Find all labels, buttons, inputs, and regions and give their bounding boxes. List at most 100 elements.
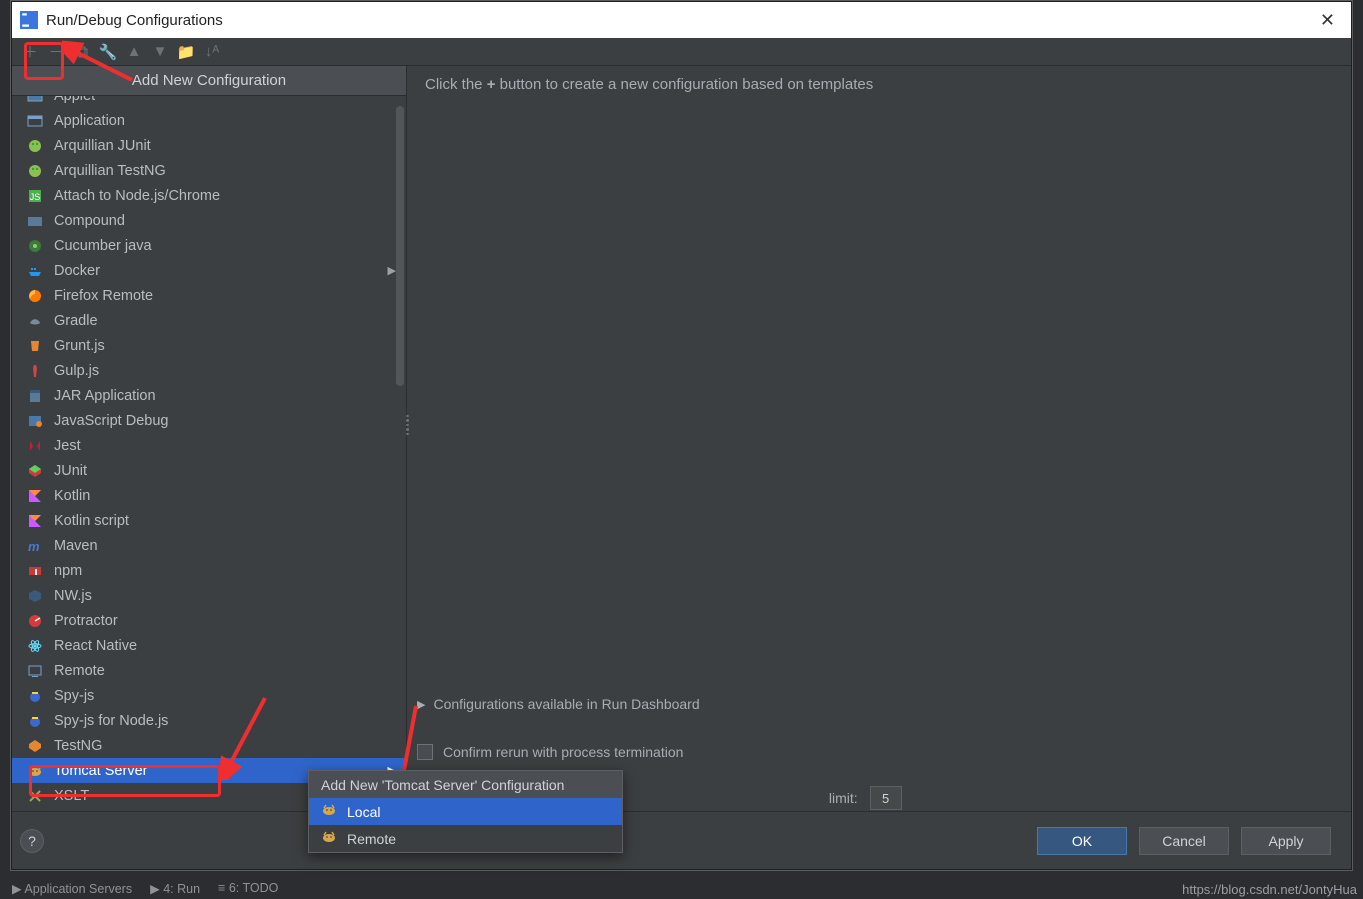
bottom-tool-tabs: ▶ Application Servers ▶ 4: Run ≡ 6: TODO bbox=[12, 877, 278, 899]
config-label: Spy-js bbox=[54, 688, 94, 704]
submenu-remote[interactable]: Remote bbox=[309, 825, 622, 852]
config-label: Docker bbox=[54, 263, 100, 279]
config-testng[interactable]: TestNG bbox=[12, 733, 406, 758]
config-cucumber-java[interactable]: Cucumber java bbox=[12, 233, 406, 258]
config-npm[interactable]: npm bbox=[12, 558, 406, 583]
config-arquillian-junit[interactable]: Arquillian JUnit bbox=[12, 133, 406, 158]
react-icon bbox=[26, 637, 44, 655]
config-applet[interactable]: Applet bbox=[12, 96, 406, 108]
config-compound[interactable]: Compound bbox=[12, 208, 406, 233]
config-label: TestNG bbox=[54, 738, 102, 754]
dashboard-label: Configurations available in Run Dashboar… bbox=[433, 696, 699, 712]
config-react-native[interactable]: React Native bbox=[12, 633, 406, 658]
config-label: Kotlin bbox=[54, 488, 90, 504]
config-nw-js[interactable]: NW.js bbox=[12, 583, 406, 608]
gradle-icon bbox=[26, 312, 44, 330]
config-grunt-js[interactable]: Grunt.js bbox=[12, 333, 406, 358]
folder-button[interactable]: 📁 bbox=[176, 42, 196, 62]
grunt-icon bbox=[26, 337, 44, 355]
compound-icon bbox=[26, 212, 44, 230]
config-docker[interactable]: Docker▶ bbox=[12, 258, 406, 283]
kotlin-icon bbox=[26, 512, 44, 530]
config-kotlin-script[interactable]: Kotlin script bbox=[12, 508, 406, 533]
config-label: Compound bbox=[54, 213, 125, 229]
config-spy-js-for-node-js[interactable]: Spy-js for Node.js bbox=[12, 708, 406, 733]
config-arquillian-testng[interactable]: Arquillian TestNG bbox=[12, 158, 406, 183]
maven-icon: m bbox=[26, 537, 44, 555]
config-maven[interactable]: m Maven bbox=[12, 533, 406, 558]
remove-button[interactable]: － bbox=[46, 42, 66, 62]
config-firefox-remote[interactable]: Firefox Remote bbox=[12, 283, 406, 308]
config-label: Maven bbox=[54, 538, 98, 554]
jsdbg-icon bbox=[26, 412, 44, 430]
remote-icon bbox=[26, 662, 44, 680]
config-label: Jest bbox=[54, 438, 81, 454]
config-label: JUnit bbox=[54, 463, 87, 479]
config-kotlin[interactable]: Kotlin bbox=[12, 483, 406, 508]
wrench-button[interactable]: 🔧 bbox=[98, 42, 118, 62]
sort-button[interactable]: ↓ᴬ bbox=[202, 42, 222, 62]
config-label: Protractor bbox=[54, 613, 118, 629]
dashboard-section[interactable]: ▶ Configurations available in Run Dashbo… bbox=[417, 696, 700, 712]
config-list[interactable]: AppletApplicationArquillian JUnitArquill… bbox=[12, 96, 406, 811]
tomcat-icon bbox=[321, 829, 337, 848]
tab-app-servers[interactable]: ▶ Application Servers bbox=[12, 881, 132, 896]
config-label: Spy-js for Node.js bbox=[54, 713, 168, 729]
expand-icon: ▶ bbox=[417, 698, 425, 711]
gulp-icon bbox=[26, 362, 44, 380]
config-remote[interactable]: Remote bbox=[12, 658, 406, 683]
temp-limit-input[interactable]: 5 bbox=[870, 786, 902, 810]
ok-button[interactable]: OK bbox=[1037, 827, 1127, 855]
nwjs-icon bbox=[26, 587, 44, 605]
config-jar-application[interactable]: JAR Application bbox=[12, 383, 406, 408]
cucumber-icon bbox=[26, 237, 44, 255]
config-javascript-debug[interactable]: JavaScript Debug bbox=[12, 408, 406, 433]
config-label: XSLT bbox=[54, 788, 89, 804]
submenu-local[interactable]: Local bbox=[309, 798, 622, 825]
config-label: NW.js bbox=[54, 588, 92, 604]
confirm-rerun-row[interactable]: Confirm rerun with process termination bbox=[417, 744, 683, 760]
config-label: React Native bbox=[54, 638, 137, 654]
splitter-handle[interactable] bbox=[402, 414, 412, 436]
toolbar: ＋ － 🔧 ▲ ▼ 📁 ↓ᴬ bbox=[12, 38, 1351, 66]
watermark: https://blog.csdn.net/JontyHua bbox=[1182, 882, 1357, 897]
config-junit[interactable]: JUnit bbox=[12, 458, 406, 483]
tab-todo[interactable]: ≡ 6: TODO bbox=[218, 881, 278, 895]
submenu-title: Add New 'Tomcat Server' Configuration bbox=[309, 771, 622, 798]
add-button[interactable]: ＋ bbox=[20, 42, 40, 62]
jar-icon bbox=[26, 387, 44, 405]
npm-icon bbox=[26, 562, 44, 580]
add-new-config-header: Add New Configuration bbox=[12, 66, 406, 96]
config-spy-js[interactable]: Spy-js bbox=[12, 683, 406, 708]
firefox-icon bbox=[26, 287, 44, 305]
confirm-rerun-label: Confirm rerun with process termination bbox=[443, 744, 683, 760]
config-jest[interactable]: Jest bbox=[12, 433, 406, 458]
scrollbar[interactable] bbox=[396, 106, 404, 386]
spyjs-icon bbox=[26, 712, 44, 730]
svg-text:JS: JS bbox=[30, 192, 41, 202]
apply-button[interactable]: Apply bbox=[1241, 827, 1331, 855]
up-button[interactable]: ▲ bbox=[124, 42, 144, 62]
confirm-rerun-checkbox[interactable] bbox=[417, 744, 433, 760]
run-debug-dialog: Run/Debug Configurations ✕ ＋ － 🔧 ▲ ▼ 📁 ↓… bbox=[11, 1, 1352, 870]
titlebar: Run/Debug Configurations ✕ bbox=[12, 2, 1351, 38]
tab-run[interactable]: ▶ 4: Run bbox=[150, 881, 200, 896]
config-label: Attach to Node.js/Chrome bbox=[54, 188, 220, 204]
config-application[interactable]: Application bbox=[12, 108, 406, 133]
config-gradle[interactable]: Gradle bbox=[12, 308, 406, 333]
copy-button[interactable] bbox=[72, 42, 92, 62]
help-button[interactable]: ? bbox=[20, 829, 44, 853]
config-gulp-js[interactable]: Gulp.js bbox=[12, 358, 406, 383]
dialog-footer: ? OK Cancel Apply bbox=[12, 811, 1351, 869]
down-button[interactable]: ▼ bbox=[150, 42, 170, 62]
config-protractor[interactable]: Protractor bbox=[12, 608, 406, 633]
close-button[interactable]: ✕ bbox=[1312, 6, 1343, 35]
config-label: Gradle bbox=[54, 313, 98, 329]
config-attach-to-node-js-chrome[interactable]: JS Attach to Node.js/Chrome bbox=[12, 183, 406, 208]
config-label: Gulp.js bbox=[54, 363, 99, 379]
main-content-panel: Click the + button to create a new confi… bbox=[407, 66, 1351, 811]
cancel-button[interactable]: Cancel bbox=[1139, 827, 1229, 855]
empty-hint: Click the + button to create a new confi… bbox=[425, 76, 1333, 93]
svg-text:m: m bbox=[28, 539, 40, 554]
app-icon bbox=[26, 112, 44, 130]
